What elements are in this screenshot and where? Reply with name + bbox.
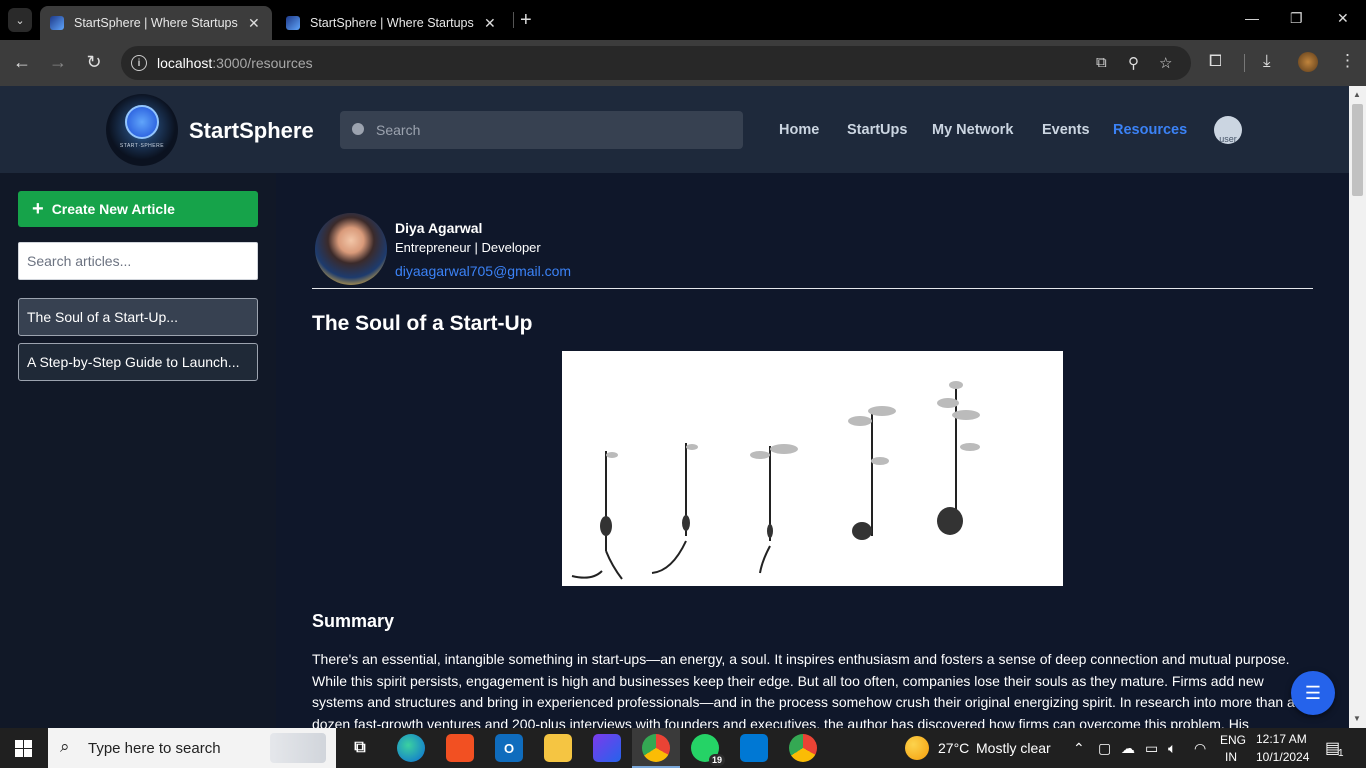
site-favicon-icon xyxy=(286,16,300,30)
article-title: The Soul of a Start-Up xyxy=(312,312,533,335)
weather-text[interactable]: Mostly clear xyxy=(976,740,1051,756)
article-image xyxy=(562,351,1063,586)
nav-startups[interactable]: StartUps xyxy=(847,122,907,138)
author-name: Diya Agarwal xyxy=(395,220,483,236)
plus-icon: + xyxy=(32,198,44,220)
reload-icon[interactable]: ↻ xyxy=(82,52,106,73)
app-header: START·SPHERE StartSphere Search Home Sta… xyxy=(0,86,1349,173)
chat-fab-button[interactable]: ☰ xyxy=(1291,671,1335,715)
search-icon xyxy=(352,123,364,135)
scroll-up-icon[interactable]: ▲ xyxy=(1353,90,1361,99)
language-top[interactable]: ENG xyxy=(1220,733,1246,747)
browser-menu-icon[interactable]: ⋮ xyxy=(1339,51,1356,71)
summary-heading: Summary xyxy=(312,611,395,631)
download-icon[interactable]: ⤓ xyxy=(1263,51,1271,71)
new-tab-icon[interactable]: + xyxy=(520,9,532,32)
vscode-icon[interactable] xyxy=(740,734,768,762)
store-icon[interactable] xyxy=(446,734,474,762)
chevron-up-icon[interactable]: ⌃ xyxy=(1073,740,1085,757)
clock-date[interactable]: 10/1/2024 xyxy=(1256,750,1309,764)
logo-tagline: START·SPHERE xyxy=(119,143,165,149)
summary-text: There's an essential, intangible somethi… xyxy=(312,651,1295,728)
weather-temp[interactable]: 27°C xyxy=(938,740,969,756)
nav-home[interactable]: Home xyxy=(779,122,819,138)
startsphere-logo[interactable]: START·SPHERE xyxy=(106,94,178,166)
taskbar-search-box[interactable]: ⌕ Type here to search xyxy=(48,728,336,768)
brand-name[interactable]: StartSphere xyxy=(189,118,314,144)
copilot-icon[interactable] xyxy=(593,734,621,762)
extensions-icon[interactable]: ⧠ xyxy=(1209,53,1222,71)
browser-tab[interactable]: StartSphere | Where Startups Take Flight… xyxy=(276,6,508,40)
zoom-icon[interactable]: ⚲ xyxy=(1128,54,1139,72)
minimize-icon[interactable]: — xyxy=(1245,10,1259,26)
search-articles-input[interactable]: Search articles... xyxy=(18,242,258,280)
search-highlight-image xyxy=(270,733,326,763)
header-search-input[interactable]: Search xyxy=(340,111,743,149)
restore-icon[interactable]: ❐ xyxy=(1290,10,1303,27)
scroll-down-icon[interactable]: ▼ xyxy=(1353,714,1361,723)
url-text[interactable]: localhost:3000/resources xyxy=(157,55,313,71)
browser-tab-bar: ⌄ StartSphere | Where Startups Take Flig… xyxy=(0,0,1366,40)
tab-separator xyxy=(513,12,514,28)
close-tab-icon[interactable]: ✕ xyxy=(484,15,496,32)
chrome-profile-icon[interactable] xyxy=(789,734,817,762)
wifi-icon[interactable]: ◠ xyxy=(1194,740,1206,757)
seedlings-illustration xyxy=(571,381,980,580)
article-view: Diya Agarwal Entrepreneur | Developer di… xyxy=(276,173,1349,728)
articles-sidebar: + Create New Article Search articles... … xyxy=(0,173,276,728)
edge-icon[interactable] xyxy=(397,734,425,762)
onedrive-icon[interactable]: ☁ xyxy=(1121,740,1135,757)
weather-icon[interactable] xyxy=(905,736,929,760)
browser-toolbar: ← → ↻ i localhost:3000/resources ⧉ ⚲ ☆ ⧠… xyxy=(0,40,1366,86)
back-icon[interactable]: ← xyxy=(10,52,34,73)
article-list-item[interactable]: A Step-by-Step Guide to Launch... xyxy=(18,343,258,381)
address-bar[interactable]: i localhost:3000/resources ⧉ ⚲ ☆ xyxy=(121,46,1191,80)
nav-my-network[interactable]: My Network xyxy=(932,122,1013,138)
task-view-icon[interactable]: ⧉ xyxy=(346,734,374,762)
file-explorer-icon[interactable] xyxy=(544,734,572,762)
notification-count: 1 xyxy=(1338,748,1344,759)
close-window-icon[interactable]: ✕ xyxy=(1337,10,1349,27)
author-divider xyxy=(312,288,1313,289)
volume-icon[interactable]: 🔈︎ xyxy=(1168,740,1176,757)
author-role: Entrepreneur | Developer xyxy=(395,240,541,255)
tab-title: StartSphere | Where Startups Take Flight xyxy=(74,16,240,30)
battery-icon[interactable]: ▭ xyxy=(1145,740,1158,757)
article-list-item[interactable]: The Soul of a Start-Up... xyxy=(18,298,258,336)
create-article-label: Create New Article xyxy=(51,201,175,217)
forward-icon[interactable]: → xyxy=(46,52,70,73)
outlook-icon[interactable]: O xyxy=(495,734,523,762)
author-photo xyxy=(315,213,387,285)
scrollbar-thumb[interactable] xyxy=(1352,104,1363,196)
close-tab-icon[interactable]: ✕ xyxy=(248,15,260,32)
page-scrollbar[interactable]: ▲ ▼ xyxy=(1349,86,1366,728)
profile-avatar[interactable] xyxy=(1298,52,1318,72)
clock-time[interactable]: 12:17 AM xyxy=(1256,732,1307,746)
globe-icon xyxy=(125,105,159,139)
chrome-icon[interactable] xyxy=(642,734,670,762)
bookmark-star-icon[interactable]: ☆ xyxy=(1159,54,1172,72)
site-info-icon[interactable]: i xyxy=(131,55,147,71)
nav-resources[interactable]: Resources xyxy=(1113,122,1187,138)
browser-tab-active[interactable]: StartSphere | Where Startups Take Flight… xyxy=(40,6,272,40)
taskbar-search-placeholder: Type here to search xyxy=(88,740,221,757)
search-icon: ⌕ xyxy=(60,737,70,756)
whatsapp-icon[interactable]: 19 xyxy=(691,734,725,766)
windows-start-icon[interactable] xyxy=(15,740,32,757)
user-avatar[interactable]: user xyxy=(1214,116,1242,144)
search-placeholder: Search xyxy=(376,122,421,138)
nav-events[interactable]: Events xyxy=(1042,122,1090,138)
site-favicon-icon xyxy=(50,16,64,30)
install-app-icon[interactable]: ⧉ xyxy=(1096,54,1107,71)
whatsapp-badge: 19 xyxy=(708,754,725,766)
meet-now-icon[interactable]: ▢ xyxy=(1098,740,1111,757)
windows-taskbar: ⌕ Type here to search ⧉ O 19 27°C Mostly… xyxy=(0,728,1366,768)
language-bottom[interactable]: IN xyxy=(1225,750,1237,764)
tab-search-button[interactable]: ⌄ xyxy=(8,8,32,32)
create-article-button[interactable]: + Create New Article xyxy=(18,191,258,227)
author-email-link[interactable]: diyaagarwal705@gmail.com xyxy=(395,263,571,279)
tab-title: StartSphere | Where Startups Take Flight xyxy=(310,16,476,30)
toolbar-divider xyxy=(1244,54,1245,72)
